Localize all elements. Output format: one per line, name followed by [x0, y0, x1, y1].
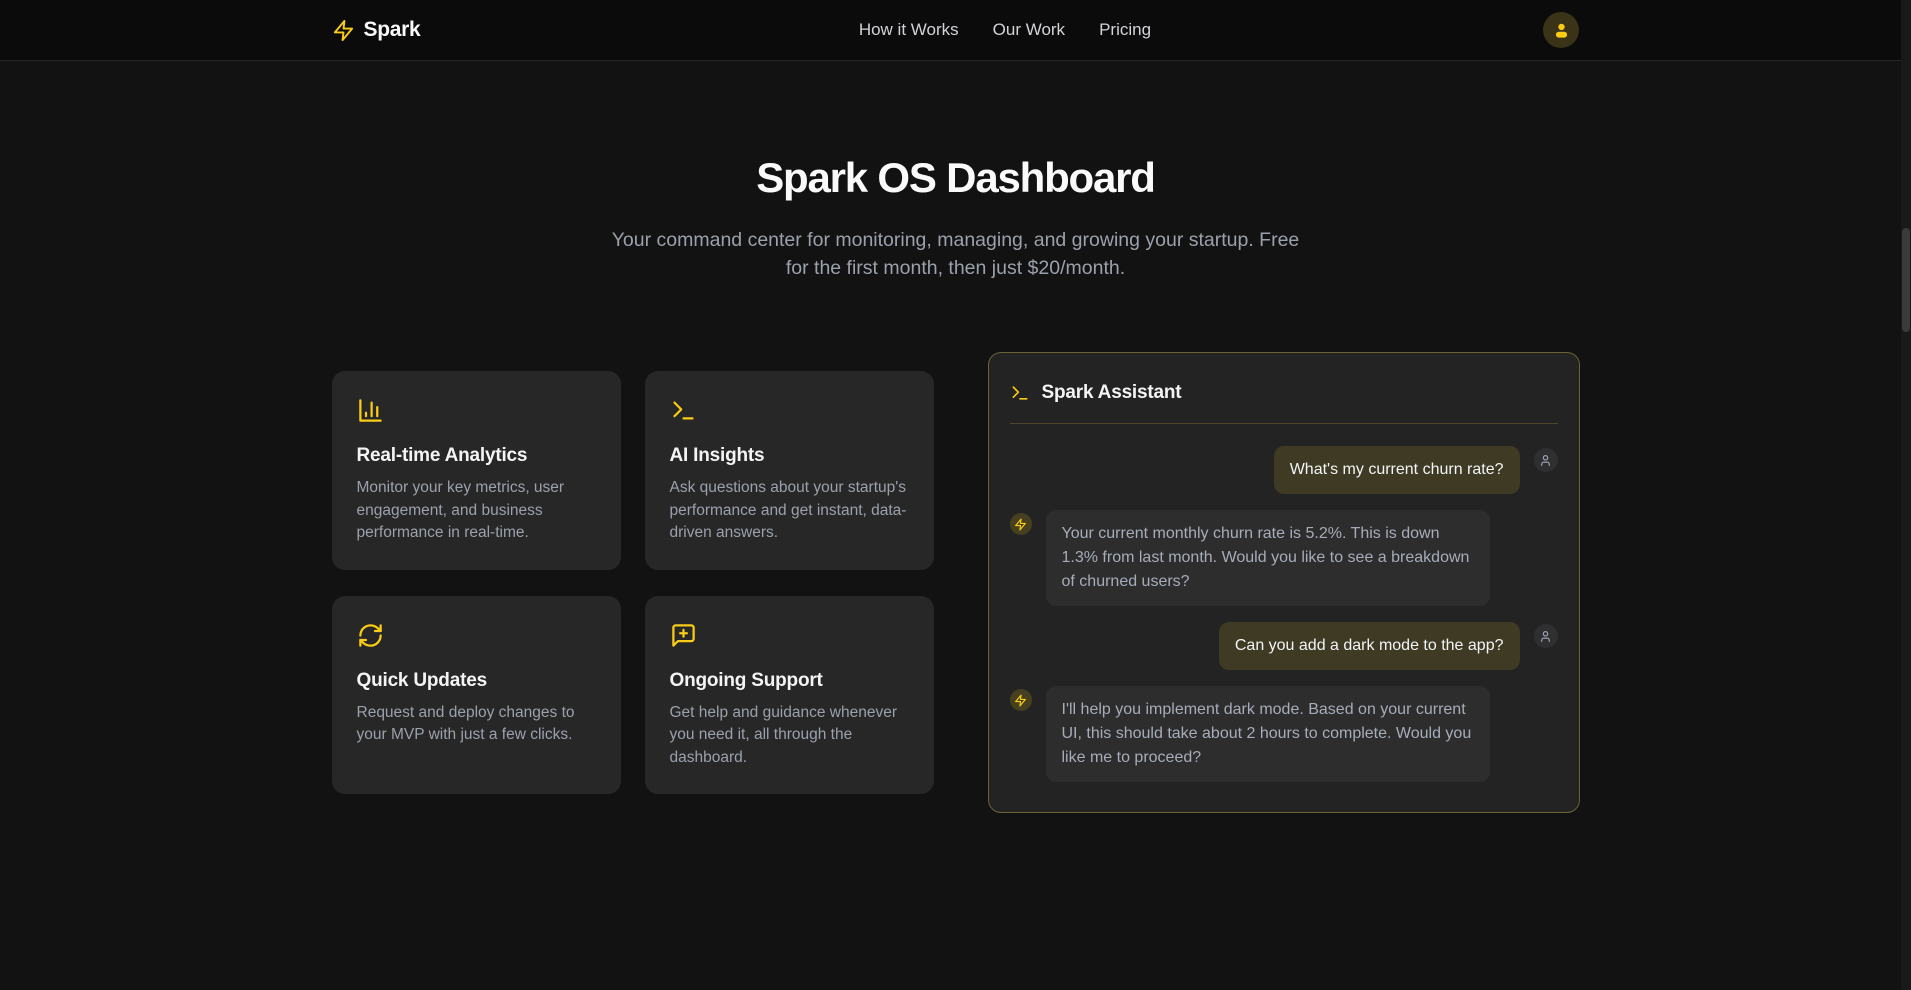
feature-description: Monitor your key metrics, user engagemen…: [357, 477, 596, 544]
user-icon: [1539, 630, 1552, 643]
user-message-bubble: What's my current churn rate?: [1274, 446, 1520, 494]
assistant-panel-title: Spark Assistant: [1042, 382, 1182, 404]
nav-links: How it Works Our Work Pricing: [859, 20, 1151, 40]
feature-card-real-time-analytics: Real-time Analytics Monitor your key met…: [332, 371, 621, 569]
spark-assistant-panel: Spark Assistant What's my current churn …: [988, 352, 1580, 813]
hero-section: Spark OS Dashboard Your command center f…: [0, 61, 1911, 282]
assistant-message-bubble: I'll help you implement dark mode. Based…: [1046, 686, 1490, 782]
brand-logo[interactable]: Spark: [332, 18, 421, 42]
chat-message-user: Can you add a dark mode to the app?: [1010, 622, 1558, 670]
feature-title: Ongoing Support: [670, 670, 909, 692]
content-row: Real-time Analytics Monitor your key met…: [332, 352, 1580, 813]
zap-icon: [1014, 694, 1027, 707]
nav-link-our-work[interactable]: Our Work: [993, 20, 1065, 40]
scrollbar-thumb[interactable]: [1902, 228, 1910, 332]
user-icon: [1539, 454, 1552, 467]
feature-title: Real-time Analytics: [357, 445, 596, 467]
page-title: Spark OS Dashboard: [0, 154, 1911, 202]
chat-messages: What's my current churn rate? Your curre…: [1010, 446, 1558, 798]
nav-container: Spark How it Works Our Work Pricing: [332, 12, 1580, 48]
assistant-panel-header: Spark Assistant: [1010, 374, 1558, 424]
zap-icon: [1014, 518, 1027, 531]
assistant-avatar: [1010, 689, 1032, 711]
feature-title: Quick Updates: [357, 670, 596, 692]
zap-icon: [332, 19, 355, 42]
assistant-avatar: [1010, 513, 1032, 535]
bar-chart-icon: [357, 411, 384, 428]
feature-description: Get help and guidance whenever you need …: [670, 702, 909, 769]
feature-card-ongoing-support: Ongoing Support Get help and guidance wh…: [645, 596, 934, 794]
terminal-icon: [1010, 383, 1030, 403]
assistant-message-bubble: Your current monthly churn rate is 5.2%.…: [1046, 510, 1490, 606]
terminal-icon: [670, 411, 697, 428]
message-square-plus-icon: [670, 636, 697, 653]
scrollbar-track[interactable]: [1901, 0, 1911, 990]
chat-message-assistant: Your current monthly churn rate is 5.2%.…: [1010, 510, 1558, 606]
chat-message-assistant: I'll help you implement dark mode. Based…: [1010, 686, 1558, 782]
user-message-bubble: Can you add a dark mode to the app?: [1219, 622, 1520, 670]
refresh-icon: [357, 636, 384, 653]
user-avatar: [1534, 624, 1558, 648]
user-avatar: [1534, 448, 1558, 472]
feature-card-quick-updates: Quick Updates Request and deploy changes…: [332, 596, 621, 794]
brand-name: Spark: [364, 18, 421, 42]
feature-card-ai-insights: AI Insights Ask questions about your sta…: [645, 371, 934, 569]
account-avatar-button[interactable]: [1543, 12, 1579, 48]
feature-title: AI Insights: [670, 445, 909, 467]
feature-description: Ask questions about your startup's perfo…: [670, 477, 909, 544]
top-nav: Spark How it Works Our Work Pricing: [0, 0, 1911, 61]
features-grid: Real-time Analytics Monitor your key met…: [332, 371, 934, 794]
nav-link-pricing[interactable]: Pricing: [1099, 20, 1151, 40]
page-subtitle: Your command center for monitoring, mana…: [610, 227, 1302, 282]
chat-message-user: What's my current churn rate?: [1010, 446, 1558, 494]
feature-description: Request and deploy changes to your MVP w…: [357, 702, 596, 747]
user-filled-icon: [1552, 21, 1571, 40]
nav-link-how-it-works[interactable]: How it Works: [859, 20, 959, 40]
